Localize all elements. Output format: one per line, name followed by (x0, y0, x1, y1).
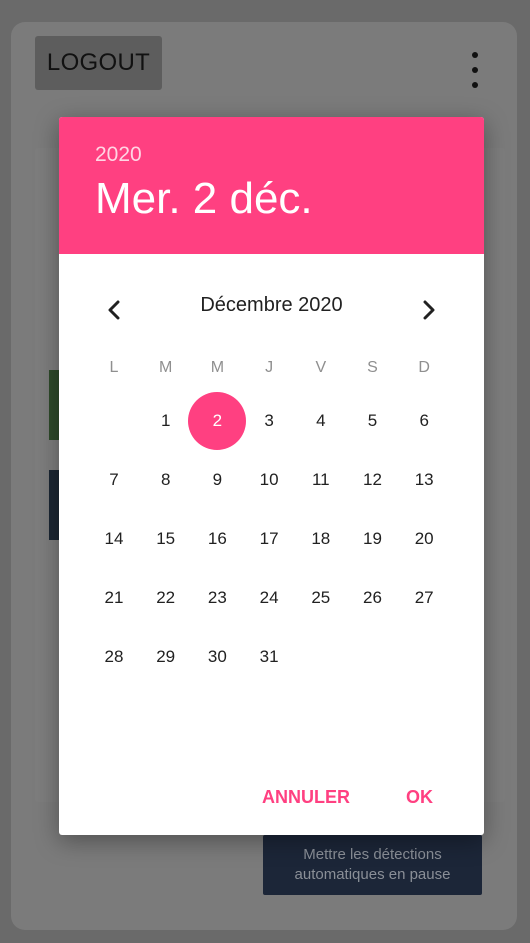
weekday-label: V (315, 359, 327, 376)
calendar-day[interactable]: 4 (296, 396, 346, 446)
calendar-day[interactable]: 20 (399, 514, 449, 564)
background-status-strip-green (49, 370, 59, 440)
calendar-day-grid: 1 2 3 4 5 6 7 8 9 10 11 12 13 14 15 16 17 18 19 20 21 22 23 24 2… (89, 392, 481, 699)
weekday-label: S (367, 359, 378, 376)
weekday-label: L (109, 359, 119, 376)
calendar-day[interactable]: 18 (296, 514, 346, 564)
calendar-day[interactable]: 28 (89, 632, 139, 682)
calendar-day[interactable]: 15 (141, 514, 191, 564)
chevron-right-icon[interactable] (414, 295, 444, 325)
background-status-strip-navy (49, 470, 59, 540)
calendar-day[interactable]: 26 (348, 573, 398, 623)
calendar-day[interactable]: 24 (244, 573, 294, 623)
calendar-day-selected[interactable]: 2 (188, 392, 247, 450)
calendar-day[interactable]: 5 (348, 396, 398, 446)
calendar-day[interactable]: 16 (192, 514, 242, 564)
logout-button[interactable]: LOGOUT (35, 36, 162, 90)
calendar-day[interactable]: 30 (192, 632, 242, 682)
calendar-day[interactable]: 21 (89, 573, 139, 623)
calendar-day[interactable]: 27 (399, 573, 449, 623)
calendar-day[interactable]: 29 (141, 632, 191, 682)
calendar-day[interactable]: 17 (244, 514, 294, 564)
calendar-day[interactable]: 1 (141, 396, 191, 446)
calendar-day[interactable]: 6 (399, 396, 449, 446)
calendar-day[interactable]: 3 (244, 396, 294, 446)
calendar-day[interactable]: 19 (348, 514, 398, 564)
cancel-button[interactable]: ANNULER (262, 787, 350, 808)
ok-button[interactable]: OK (406, 787, 433, 808)
weekday-label: M (159, 359, 173, 376)
calendar-day[interactable]: 25 (296, 573, 346, 623)
calendar-day[interactable]: 23 (192, 573, 242, 623)
calendar-day[interactable]: 22 (141, 573, 191, 623)
dialog-actions: ANNULER OK (59, 777, 484, 827)
date-picker-header: 2020 Mer. 2 déc. (59, 117, 484, 254)
calendar-day[interactable]: 31 (244, 632, 294, 682)
weekday-label: D (418, 359, 430, 376)
weekday-header-row: LMMJVSD (89, 359, 481, 383)
calendar-day[interactable]: 10 (244, 455, 294, 505)
calendar-day[interactable]: 13 (399, 455, 449, 505)
weekday-label: M (210, 359, 225, 376)
weekday-label: J (265, 359, 274, 376)
calendar-day[interactable]: 7 (89, 455, 139, 505)
date-picker-dialog: 2020 Mer. 2 déc. Décembre 2020 LMMJVSD 1… (59, 117, 484, 835)
header-year[interactable]: 2020 (95, 143, 142, 167)
calendar-day[interactable]: 11 (296, 455, 346, 505)
calendar-day[interactable]: 14 (89, 514, 139, 564)
header-selected-date[interactable]: Mer. 2 déc. (95, 174, 313, 224)
pause-detections-button[interactable]: Mettre les détections automatiques en pa… (263, 835, 482, 895)
calendar-day[interactable]: 8 (141, 455, 191, 505)
calendar-day[interactable]: 12 (348, 455, 398, 505)
calendar-day[interactable]: 9 (192, 455, 242, 505)
more-vertical-icon[interactable] (464, 52, 486, 88)
